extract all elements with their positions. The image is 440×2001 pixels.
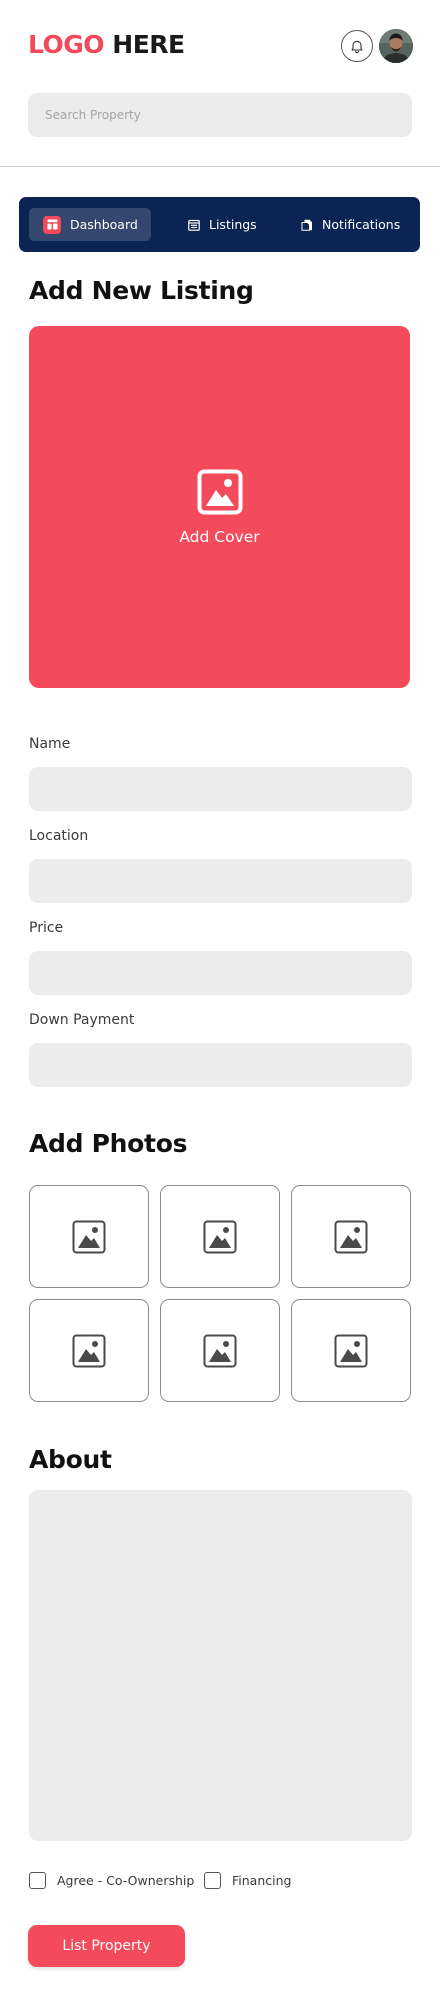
location-label: Location — [29, 828, 89, 844]
add-cover-label: Add Cover — [179, 527, 260, 546]
image-icon — [72, 1220, 106, 1253]
photo-slot[interactable] — [29, 1299, 149, 1402]
co-ownership-label: Agree - Co-Ownership — [57, 1872, 195, 1888]
document-icon — [300, 218, 314, 232]
nav-listings-label: Listings — [209, 217, 257, 232]
about-title: About — [29, 1445, 112, 1474]
image-icon — [334, 1220, 368, 1253]
notifications-button[interactable] — [341, 30, 373, 62]
image-icon — [72, 1334, 106, 1367]
price-label: Price — [29, 920, 64, 936]
app-header: LOGO HERE — [0, 0, 440, 92]
page-title: Add New Listing — [29, 276, 254, 305]
co-ownership-checkbox[interactable] — [29, 1871, 46, 1889]
search-input[interactable] — [28, 93, 412, 137]
avatar[interactable] — [379, 29, 413, 63]
logo-accent-text: LOGO — [28, 30, 105, 59]
logo[interactable]: LOGO HERE — [28, 30, 185, 59]
image-icon — [203, 1334, 237, 1367]
financing-checkbox[interactable] — [204, 1871, 221, 1889]
nav-item-listings[interactable]: Listings — [187, 208, 277, 241]
down-payment-field[interactable] — [29, 1043, 412, 1087]
location-field[interactable] — [29, 859, 412, 903]
main-nav: Dashboard Listings Notifications — [19, 197, 420, 252]
photo-slot[interactable] — [29, 1185, 149, 1288]
header-divider — [0, 166, 440, 167]
name-field[interactable] — [29, 767, 412, 811]
logo-rest-text: HERE — [104, 30, 185, 59]
down-payment-label: Down Payment — [29, 1012, 135, 1028]
financing-option[interactable]: Financing — [204, 1871, 291, 1889]
price-field[interactable] — [29, 951, 412, 995]
dashboard-icon — [43, 215, 61, 234]
photo-slot[interactable] — [160, 1299, 280, 1402]
name-label: Name — [29, 736, 71, 752]
calendar-list-icon — [187, 218, 201, 232]
co-ownership-option[interactable]: Agree - Co-Ownership — [29, 1871, 194, 1889]
nav-item-dashboard[interactable]: Dashboard — [29, 208, 151, 241]
nav-item-notifications[interactable]: Notifications — [300, 208, 415, 241]
nav-notifications-label: Notifications — [322, 217, 401, 232]
add-cover-button[interactable]: Add Cover — [29, 326, 410, 688]
image-icon — [203, 1220, 237, 1253]
add-photos-title: Add Photos — [29, 1129, 188, 1158]
image-icon — [334, 1334, 368, 1367]
bell-icon — [351, 40, 363, 54]
user-avatar-image — [379, 29, 413, 63]
photo-slot[interactable] — [291, 1299, 411, 1402]
photo-slot[interactable] — [291, 1185, 411, 1288]
image-icon — [197, 469, 242, 514]
about-textarea[interactable] — [29, 1490, 412, 1841]
nav-dashboard-label: Dashboard — [70, 217, 138, 232]
list-property-button[interactable]: List Property — [28, 1925, 185, 1967]
financing-label: Financing — [232, 1872, 292, 1888]
photo-slot[interactable] — [160, 1185, 280, 1288]
